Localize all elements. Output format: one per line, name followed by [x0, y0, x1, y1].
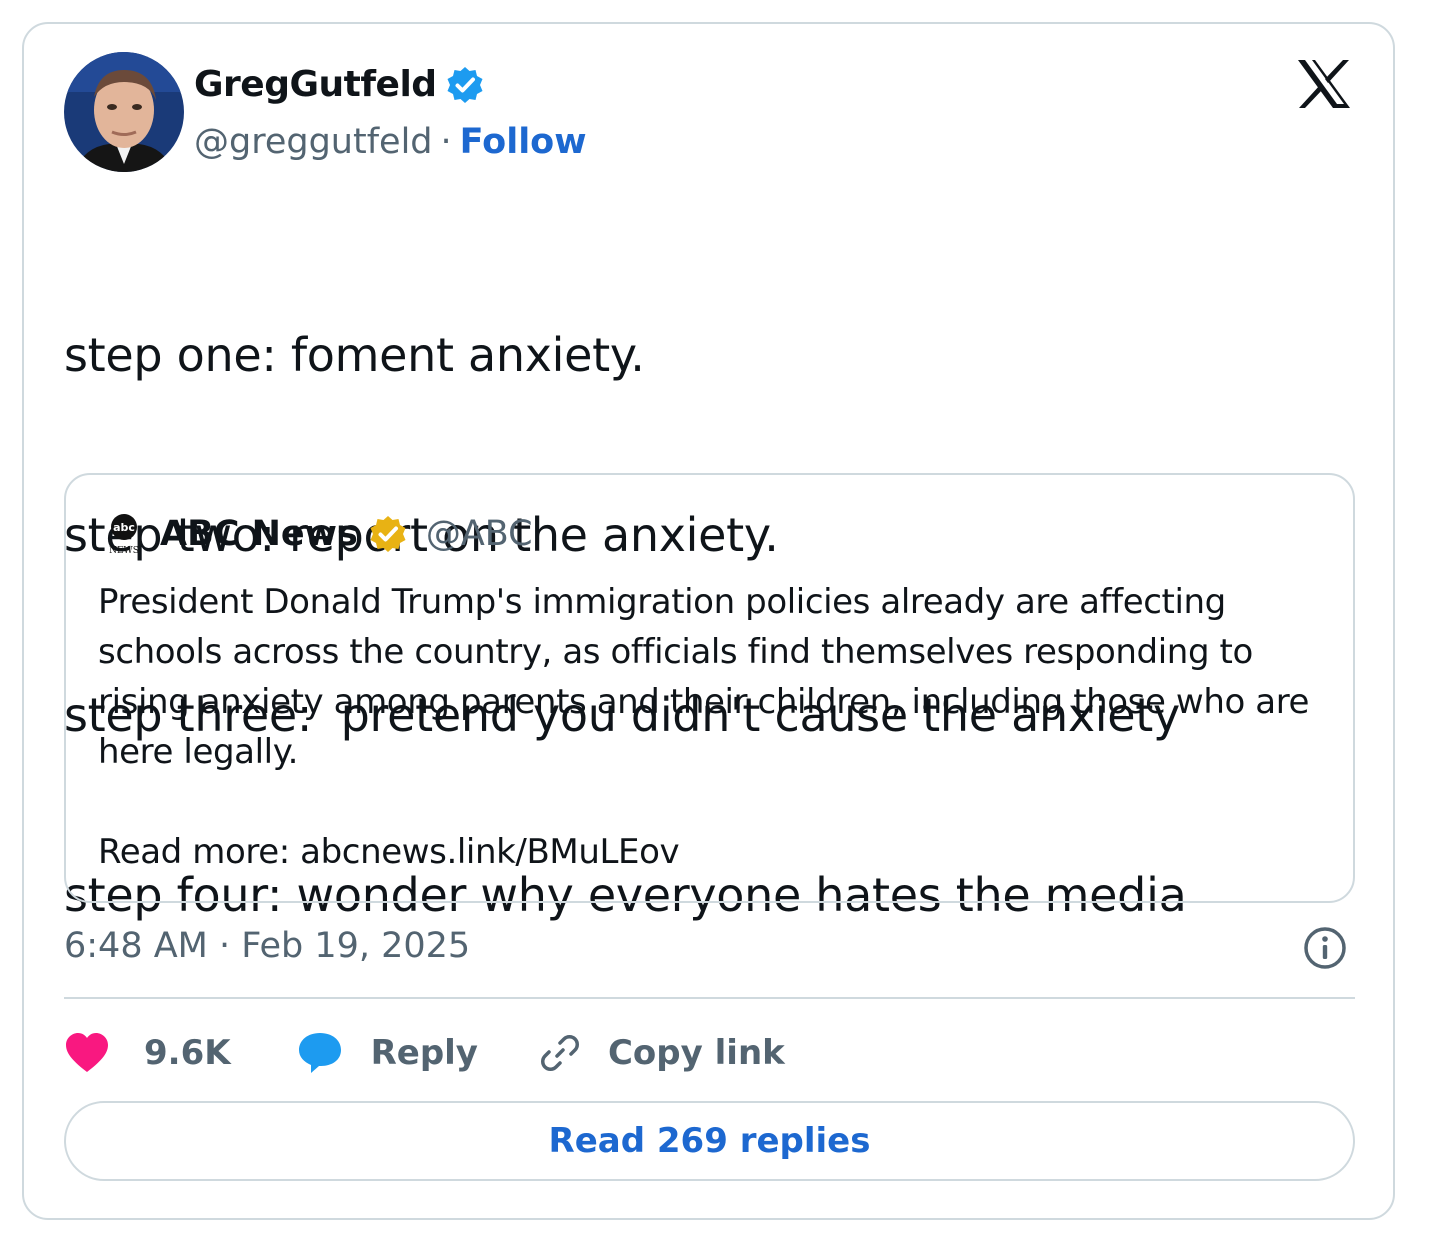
reply-button[interactable]: Reply [297, 1031, 478, 1075]
like-count: 9.6K [144, 1033, 231, 1073]
heart-icon [66, 1033, 108, 1072]
author-handle[interactable]: @greggutfeld [194, 122, 433, 162]
separator-dot: · [440, 122, 452, 162]
copy-link-button[interactable]: Copy link [538, 1031, 785, 1075]
info-icon[interactable] [1303, 926, 1347, 970]
reply-label: Reply [370, 1033, 478, 1073]
quoted-handle[interactable]: @ABC [426, 514, 533, 554]
x-logo-icon[interactable] [1296, 58, 1352, 110]
quoted-display-name[interactable]: ABC News [160, 514, 358, 554]
reply-bubble-icon [298, 1033, 341, 1073]
author-name-row: GregGutfeld [194, 64, 485, 105]
avatar[interactable] [64, 52, 184, 172]
svg-text:abc: abc [113, 521, 135, 534]
copy-link-label: Copy link [607, 1033, 785, 1073]
tweet-timestamp[interactable]: 6:48 AM · Feb 19, 2025 [64, 926, 470, 966]
read-replies-button[interactable]: Read 269 replies [64, 1101, 1355, 1181]
abc-news-logo-icon[interactable]: abc NEWS [106, 513, 142, 555]
tweet-line: step one: foment anxiety. [64, 328, 645, 382]
quoted-tweet-header: abc NEWS ABC News @ABC [106, 513, 533, 555]
avatar-image [64, 52, 184, 172]
tweet-actions: 9.6K Reply Copy link [64, 1023, 785, 1083]
quoted-tweet-text: President Donald Trump's immigration pol… [98, 582, 1310, 772]
author-display-name[interactable]: GregGutfeld [194, 64, 437, 105]
gold-verified-badge-icon[interactable] [368, 514, 408, 554]
follow-button[interactable]: Follow [460, 122, 587, 162]
like-button[interactable]: 9.6K [64, 1032, 231, 1074]
link-icon [540, 1035, 579, 1071]
verified-badge-icon[interactable] [445, 65, 485, 105]
author-handle-row: @greggutfeld · Follow [194, 122, 587, 162]
quoted-read-more[interactable]: Read more: abcnews.link/BMuLEov [98, 827, 680, 877]
quoted-tweet[interactable]: abc NEWS ABC News @ABC President Donald … [64, 473, 1355, 903]
svg-text:NEWS: NEWS [109, 546, 139, 555]
divider [64, 997, 1355, 999]
